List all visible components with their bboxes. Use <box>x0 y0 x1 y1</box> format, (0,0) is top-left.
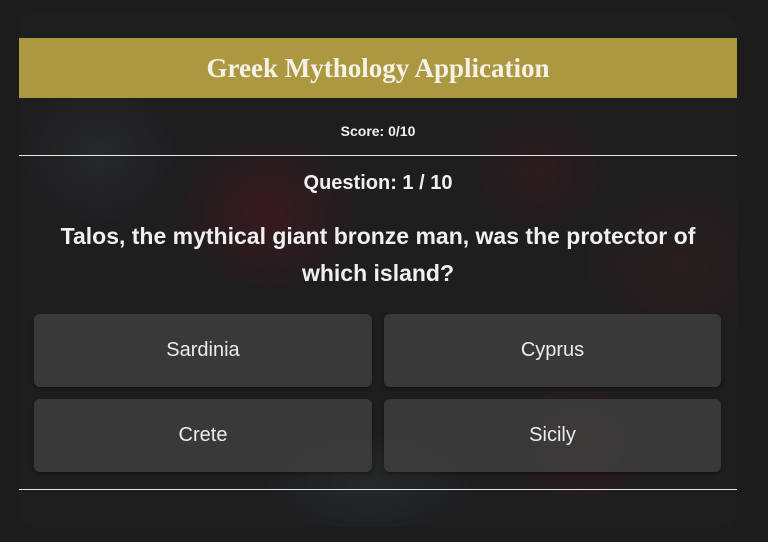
question-text: Talos, the mythical giant bronze man, wa… <box>60 223 696 286</box>
app-header: Greek Mythology Application <box>19 38 737 98</box>
answer-button-crete[interactable]: Crete <box>34 399 372 472</box>
score-display: Score: 0/10 <box>340 123 416 139</box>
answer-button-sardinia[interactable]: Sardinia <box>34 314 372 387</box>
quiz-card: Greek Mythology Application Score: 0/10 … <box>19 13 737 527</box>
answer-button-cyprus[interactable]: Cyprus <box>384 314 721 387</box>
answer-grid: Sardinia Cyprus Crete Sicily <box>34 314 721 472</box>
divider-bottom <box>19 489 737 490</box>
app-title: Greek Mythology Application <box>206 52 550 83</box>
divider-top <box>19 155 737 156</box>
answer-button-sicily[interactable]: Sicily <box>384 399 721 472</box>
question-counter: Question: 1 / 10 <box>303 172 453 194</box>
